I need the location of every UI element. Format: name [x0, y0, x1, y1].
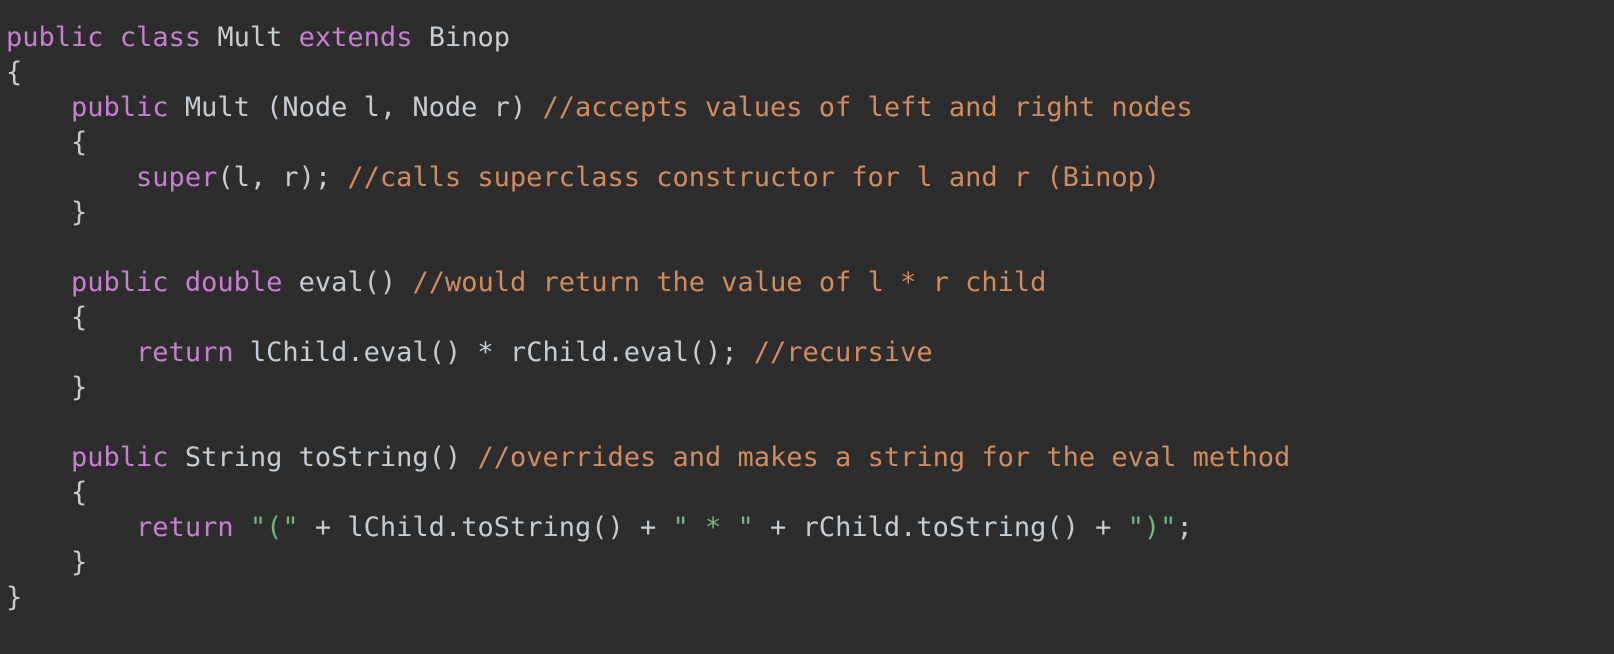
code-token-kw: public — [71, 92, 169, 123]
code-line[interactable]: public String toString() //overrides and… — [6, 440, 1614, 475]
code-line[interactable]: public Mult (Node l, Node r) //accepts v… — [6, 90, 1614, 125]
code-token-cmt: //recursive — [753, 337, 933, 368]
code-token-id: (l, r); — [217, 162, 348, 193]
code-token-id: lChild.eval() * rChild.eval(); — [233, 337, 754, 368]
code-line[interactable] — [6, 230, 1614, 265]
code-token-kw: public — [71, 442, 169, 473]
code-token-id: + lChild.toString() + — [298, 512, 673, 543]
code-token-cmt: //accepts values of left and right nodes — [542, 92, 1193, 123]
code-token-str: ")" — [1127, 512, 1177, 543]
code-token-kw: public — [71, 267, 169, 298]
code-token-id: + rChild.toString() + — [753, 512, 1128, 543]
code-line[interactable]: super(l, r); //calls superclass construc… — [6, 160, 1614, 195]
code-line[interactable] — [6, 405, 1614, 440]
code-line[interactable]: } — [6, 545, 1614, 580]
code-line[interactable]: } — [6, 580, 1614, 615]
code-token-id: eval() — [282, 267, 413, 298]
code-line[interactable]: return lChild.eval() * rChild.eval(); //… — [6, 335, 1614, 370]
code-token-punc: { — [6, 477, 88, 508]
code-editor-pane[interactable]: public class Mult extends Binop{ public … — [0, 0, 1614, 654]
code-token-punc: { — [6, 57, 23, 88]
code-line[interactable]: } — [6, 370, 1614, 405]
code-token-kw: class — [119, 22, 202, 53]
code-line[interactable]: public class Mult extends Binop — [6, 20, 1614, 55]
code-token-id: String toString() — [168, 442, 478, 473]
code-token-id: Mult (Node l, Node r) — [168, 92, 543, 123]
code-token-punc: } — [6, 582, 23, 613]
code-token-cmt: //would return the value of l * r child — [412, 267, 1047, 298]
code-token-str: " * " — [672, 512, 754, 543]
code-token-punc: } — [6, 372, 88, 403]
code-token-kw: return — [136, 512, 234, 543]
code-token-kw: double — [184, 267, 283, 298]
code-line[interactable]: { — [6, 125, 1614, 160]
code-line[interactable]: } — [6, 195, 1614, 230]
code-token-kw: super — [136, 162, 218, 193]
code-token-id: Binop — [428, 22, 510, 53]
code-token-punc: { — [6, 302, 88, 333]
code-token-cmt: //overrides and makes a string for the e… — [477, 442, 1291, 473]
code-token-punc: ; — [1176, 512, 1193, 543]
code-token-kw: public — [6, 22, 104, 53]
code-token-id: Mult — [217, 22, 283, 53]
source-code-block[interactable]: public class Mult extends Binop{ public … — [6, 20, 1614, 615]
code-token-cmt: //calls superclass constructor for l and… — [347, 162, 1161, 193]
code-token-kw: return — [136, 337, 234, 368]
code-token-punc: } — [6, 547, 88, 578]
code-token-punc: } — [6, 197, 88, 228]
code-token-str: "(" — [249, 512, 299, 543]
code-line[interactable]: public double eval() //would return the … — [6, 265, 1614, 300]
code-line[interactable]: { — [6, 300, 1614, 335]
code-token-kw: extends — [298, 22, 413, 53]
code-line[interactable]: return "(" + lChild.toString() + " * " +… — [6, 510, 1614, 545]
code-line[interactable]: { — [6, 55, 1614, 90]
code-token-punc: { — [6, 127, 88, 158]
code-line[interactable]: { — [6, 475, 1614, 510]
